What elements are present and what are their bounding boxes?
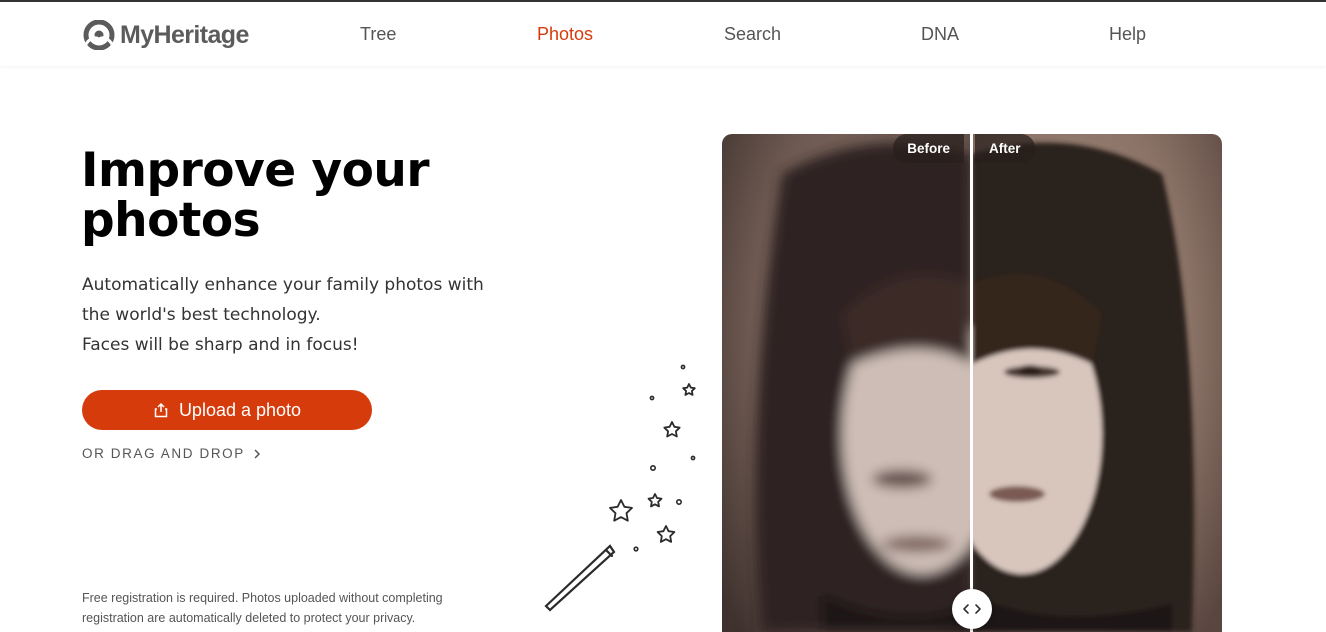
site-header: MyHeritage Tree Photos Search DNA Help (0, 2, 1326, 66)
upload-photo-label: Upload a photo (178, 399, 302, 420)
logo-text: MyHeritage (120, 20, 249, 49)
subtitle-line-1: Automatically enhance your family photos… (82, 275, 484, 295)
page-title: Improve your photos (81, 143, 430, 248)
magic-wand-icon (544, 544, 616, 612)
photo-before-image (722, 134, 972, 632)
subtitle-line-2: the world's best technology. (82, 305, 321, 325)
nav-search[interactable]: Search (724, 24, 781, 45)
before-after-comparison[interactable]: Before After (722, 134, 1222, 632)
photo-after-image (972, 134, 1222, 632)
drag-and-drop-link[interactable]: OR DRAG AND DROP (82, 446, 261, 461)
nav-tree[interactable]: Tree (360, 24, 396, 45)
upload-icon (153, 402, 169, 418)
upload-photo-button[interactable]: Upload a photo (82, 390, 372, 430)
after-label: After (975, 134, 1035, 163)
subtitle-line-3: Faces will be sharp and in focus! (82, 335, 359, 355)
nav-dna[interactable]: DNA (921, 24, 959, 45)
magic-wand-illustration (544, 364, 696, 612)
drag-and-drop-label: OR DRAG AND DROP (82, 446, 245, 461)
myheritage-logo-icon (83, 20, 115, 50)
chevron-right-icon (253, 448, 261, 460)
before-label: Before (893, 134, 964, 163)
logo[interactable]: MyHeritage (82, 20, 249, 50)
privacy-footnote: Free registration is required. Photos up… (82, 591, 443, 625)
comparison-divider (970, 134, 973, 632)
comparison-slider-handle[interactable] (952, 589, 992, 629)
nav-help[interactable]: Help (1109, 24, 1146, 45)
left-right-arrows-icon (963, 604, 981, 614)
sparkle-stars-icon (609, 383, 696, 543)
hero-subtitle: Automatically enhance your family photos… (82, 270, 502, 360)
nav-photos[interactable]: Photos (537, 24, 593, 45)
